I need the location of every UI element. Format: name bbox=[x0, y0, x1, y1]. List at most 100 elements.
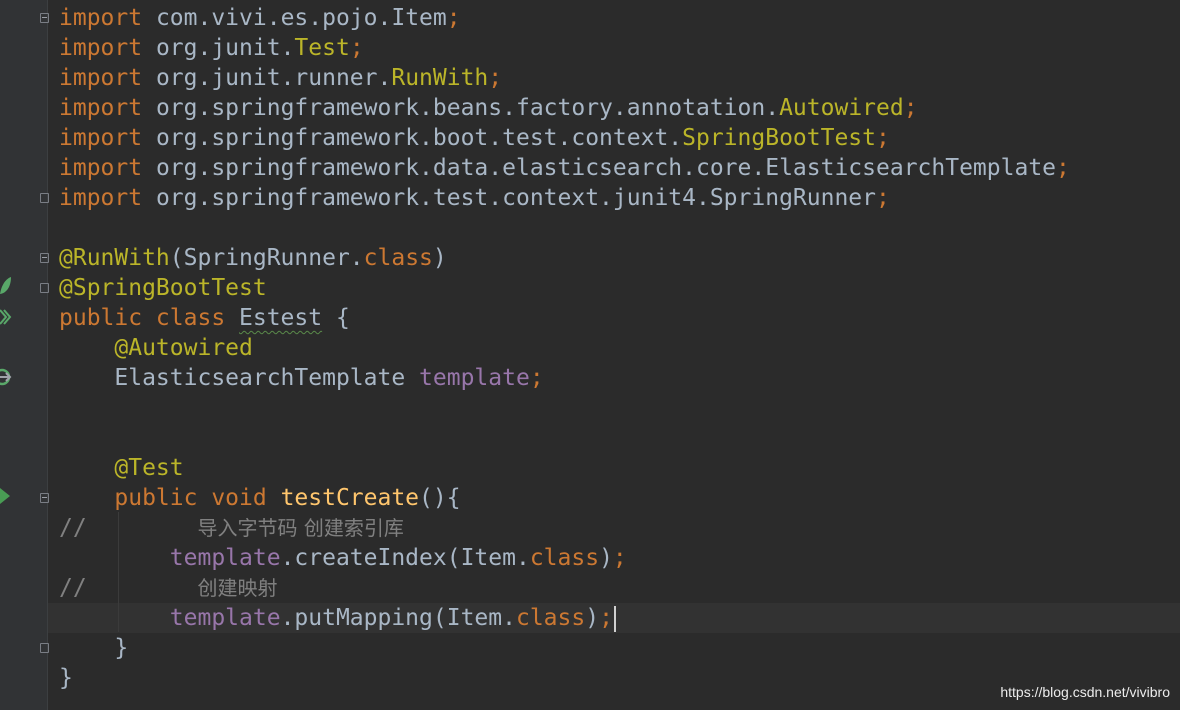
code-line[interactable] bbox=[59, 423, 1070, 453]
code-line[interactable]: // 导入字节码 创建索引库 bbox=[59, 513, 1070, 543]
code-token: import bbox=[59, 155, 143, 181]
code-token: import bbox=[59, 5, 143, 31]
code-token: ) bbox=[432, 245, 447, 271]
code-editor[interactable]: import com.vivi.es.pojo.Item; import org.… bbox=[0, 0, 1180, 710]
code-token: Test bbox=[294, 35, 350, 61]
code-token: 创建映射 bbox=[197, 576, 278, 600]
code-token: .putMapping(Item. bbox=[280, 605, 516, 631]
code-line[interactable]: import org.springframework.beans.factory… bbox=[59, 93, 1070, 123]
code-line[interactable] bbox=[59, 213, 1070, 243]
code-token: import bbox=[59, 185, 143, 211]
code-line[interactable]: // 创建映射 bbox=[59, 573, 1070, 603]
code-token: import bbox=[59, 65, 143, 91]
code-line[interactable]: import org.springframework.test.context.… bbox=[59, 183, 1070, 213]
code-token: template bbox=[169, 605, 281, 631]
code-line[interactable]: } bbox=[59, 663, 1070, 693]
code-token: RunWith bbox=[391, 65, 489, 91]
code-token: Estest bbox=[239, 305, 323, 331]
spring-bean-icon[interactable] bbox=[0, 276, 12, 296]
code-token: (){ bbox=[419, 485, 461, 511]
fold-marker[interactable] bbox=[40, 13, 49, 23]
code-token: com.vivi.es.pojo.Item bbox=[142, 5, 447, 31]
code-token: .createIndex(Item. bbox=[280, 545, 530, 571]
editor-gutter[interactable] bbox=[0, 0, 48, 710]
code-token: ; bbox=[876, 185, 890, 211]
code-token: ) bbox=[585, 605, 600, 631]
code-line[interactable]: import org.junit.runner.RunWith; bbox=[59, 63, 1070, 93]
code-token: SpringBootTest bbox=[682, 125, 877, 151]
code-line[interactable]: ElasticsearchTemplate template; bbox=[59, 363, 1070, 393]
code-line[interactable]: import org.springframework.data.elastics… bbox=[59, 153, 1070, 183]
code-line[interactable]: @Autowired bbox=[59, 333, 1070, 363]
code-token: } bbox=[59, 665, 73, 691]
code-token: @RunWith bbox=[59, 245, 170, 271]
code-line[interactable]: template.putMapping(Item.class); bbox=[59, 603, 1070, 633]
code-token: ; bbox=[349, 35, 364, 61]
code-line[interactable]: } bbox=[59, 633, 1070, 663]
fold-marker[interactable] bbox=[40, 643, 49, 653]
code-line[interactable]: @SpringBootTest bbox=[59, 273, 1070, 303]
code-token: } bbox=[59, 635, 129, 661]
code-token: org.springframework.beans.factory.annota… bbox=[142, 95, 780, 121]
fold-marker[interactable] bbox=[40, 493, 49, 503]
code-line[interactable]: import com.vivi.es.pojo.Item; bbox=[59, 3, 1070, 33]
fold-marker[interactable] bbox=[40, 283, 49, 293]
watermark: https://blog.csdn.net/vivibro bbox=[1000, 684, 1170, 700]
code-token: ; bbox=[876, 125, 890, 151]
run-test-icon[interactable] bbox=[0, 488, 12, 504]
code-token: @SpringBootTest bbox=[59, 275, 267, 301]
code-token: // bbox=[59, 575, 198, 601]
code-token: 导入字节码 创建索引库 bbox=[197, 516, 404, 540]
code-line[interactable]: template.createIndex(Item.class); bbox=[59, 543, 1070, 573]
code-token: template bbox=[419, 365, 530, 391]
code-token: ; bbox=[529, 365, 544, 391]
code-token: (SpringRunner. bbox=[169, 245, 364, 271]
code-token: @Test bbox=[114, 455, 184, 481]
code-token: ElasticsearchTemplate bbox=[59, 365, 420, 391]
code-token: import bbox=[59, 125, 143, 151]
text-caret bbox=[613, 605, 616, 632]
code-line[interactable]: @Test bbox=[59, 453, 1070, 483]
code-line[interactable]: import org.springframework.boot.test.con… bbox=[59, 123, 1070, 153]
code-token: @Autowired bbox=[114, 335, 253, 361]
code-line[interactable]: public void testCreate(){ bbox=[59, 483, 1070, 513]
code-token: ; bbox=[612, 545, 627, 571]
fold-marker[interactable] bbox=[40, 193, 49, 203]
code-token: ; bbox=[446, 5, 461, 31]
code-token: template bbox=[169, 545, 281, 571]
code-token: class bbox=[515, 605, 586, 631]
code-token: ; bbox=[599, 605, 613, 631]
code-token: org.junit.runner. bbox=[142, 65, 392, 91]
code-token: ; bbox=[903, 95, 918, 121]
code-token: org.springframework.test.context.junit4.… bbox=[142, 185, 876, 211]
code-text-area[interactable]: import com.vivi.es.pojo.Item; import org.… bbox=[59, 3, 1070, 693]
code-token: public void bbox=[114, 485, 281, 511]
code-token: ; bbox=[1056, 155, 1070, 181]
code-token: Autowired bbox=[779, 95, 904, 121]
code-token: ) bbox=[599, 545, 613, 571]
code-token: org.springframework.boot.test.context. bbox=[142, 125, 683, 151]
code-line[interactable] bbox=[59, 393, 1070, 423]
code-token: org.springframework.data.elasticsearch.c… bbox=[142, 155, 1057, 181]
code-token: testCreate bbox=[280, 485, 420, 511]
code-token: // bbox=[59, 515, 198, 541]
code-line[interactable]: import org.junit.Test; bbox=[59, 33, 1070, 63]
code-line[interactable]: public class Estest { bbox=[59, 303, 1070, 333]
code-token: org.junit. bbox=[142, 35, 295, 61]
run-class-icon[interactable] bbox=[0, 308, 12, 326]
code-token: public class bbox=[59, 305, 240, 331]
autowired-navigate-icon[interactable] bbox=[0, 366, 14, 388]
fold-marker[interactable] bbox=[40, 253, 49, 263]
code-token: import bbox=[59, 95, 143, 121]
code-token: class bbox=[529, 545, 600, 571]
code-line[interactable]: @RunWith(SpringRunner.class) bbox=[59, 243, 1070, 273]
code-token: class bbox=[363, 245, 433, 271]
code-token: ; bbox=[488, 65, 503, 91]
code-token: { bbox=[322, 305, 350, 331]
code-token: import bbox=[59, 35, 143, 61]
